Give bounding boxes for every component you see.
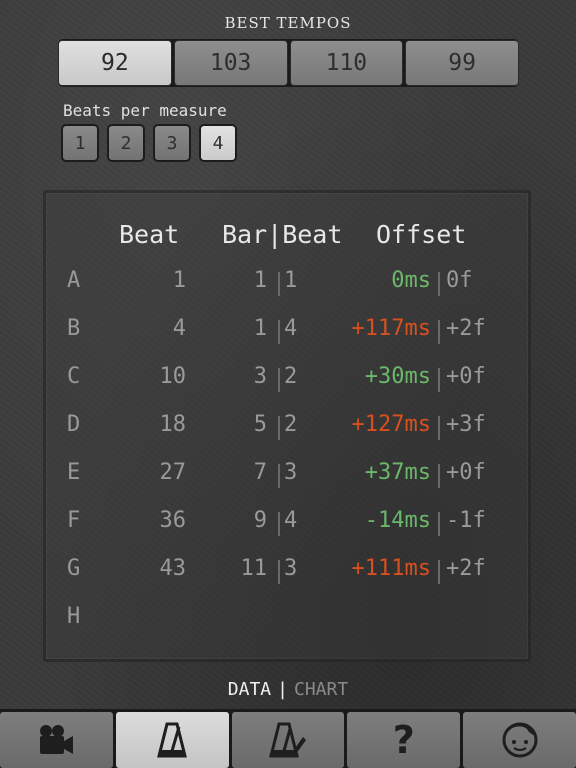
row-bar-beat: 2 bbox=[284, 364, 298, 389]
row-offset-frames: -1f bbox=[446, 508, 486, 533]
bottom-tab-bar: ? bbox=[0, 709, 576, 768]
row-letter: A bbox=[67, 268, 81, 293]
table-row: A 1 1 1 0ms 0f bbox=[0, 268, 576, 308]
tempo-option-4[interactable]: 99 bbox=[405, 40, 519, 86]
table-row: F 36 9 4 -14ms -1f bbox=[0, 508, 576, 548]
chart-view-tab[interactable]: CHART bbox=[294, 679, 348, 700]
offset-divider bbox=[438, 416, 440, 440]
tab-profile[interactable] bbox=[463, 712, 576, 768]
bar-beat-divider bbox=[278, 272, 280, 296]
best-tempos-segmented-control: 92 103 110 99 bbox=[58, 39, 519, 87]
tempo-option-3[interactable]: 110 bbox=[289, 40, 404, 86]
row-offset-ms: +30ms bbox=[364, 364, 431, 389]
row-beat: 36 bbox=[159, 508, 187, 533]
offset-divider bbox=[438, 368, 440, 392]
row-offset-frames: +2f bbox=[446, 316, 486, 341]
question-mark-icon: ? bbox=[392, 718, 415, 762]
table-row: H bbox=[0, 604, 576, 644]
offset-divider bbox=[438, 272, 440, 296]
table-row: B 4 1 4 +117ms +2f bbox=[0, 316, 576, 356]
row-bar: 5 bbox=[253, 412, 267, 437]
row-letter: C bbox=[67, 364, 81, 389]
row-bar-beat: 4 bbox=[284, 508, 298, 533]
row-bar-beat: 3 bbox=[284, 460, 298, 485]
row-bar: 7 bbox=[253, 460, 267, 485]
row-offset-frames: +0f bbox=[446, 460, 486, 485]
beats-per-measure-selector: 1 2 3 4 bbox=[61, 124, 237, 162]
tab-help[interactable]: ? bbox=[347, 712, 461, 768]
row-bar: 9 bbox=[253, 508, 267, 533]
table-row: E 27 7 3 +37ms +0f bbox=[0, 460, 576, 500]
tab-metronome[interactable] bbox=[115, 712, 229, 768]
row-beat: 43 bbox=[159, 556, 187, 581]
row-bar: 1 bbox=[253, 268, 267, 293]
row-offset-ms: -14ms bbox=[364, 508, 431, 533]
beats-per-measure-label: Beats per measure bbox=[63, 101, 227, 120]
row-bar: 1 bbox=[253, 316, 267, 341]
bar-beat-divider bbox=[278, 464, 280, 488]
row-letter: G bbox=[67, 556, 81, 581]
row-bar: 11 bbox=[240, 556, 268, 581]
offset-divider bbox=[438, 464, 440, 488]
row-bar-beat: 3 bbox=[284, 556, 298, 581]
column-header-offset: Offset bbox=[376, 220, 467, 249]
row-offset-ms: 0ms bbox=[391, 268, 431, 293]
bar-beat-divider bbox=[278, 320, 280, 344]
row-beat: 4 bbox=[172, 316, 186, 341]
tab-metronome-edit[interactable] bbox=[231, 712, 345, 768]
offset-divider bbox=[438, 512, 440, 536]
page-title: BEST TEMPOS bbox=[224, 14, 352, 32]
row-offset-frames: 0f bbox=[446, 268, 473, 293]
row-beat: 10 bbox=[159, 364, 187, 389]
view-switch: DATA | CHART bbox=[0, 679, 576, 700]
bpm-option-1[interactable]: 1 bbox=[61, 124, 99, 162]
row-offset-ms: +117ms bbox=[351, 316, 431, 341]
row-beat: 27 bbox=[159, 460, 187, 485]
row-letter: D bbox=[67, 412, 81, 437]
row-offset-ms: +111ms bbox=[351, 556, 431, 581]
row-offset-frames: +2f bbox=[446, 556, 486, 581]
row-letter: H bbox=[67, 604, 81, 629]
bar-beat-divider bbox=[278, 560, 280, 584]
row-bar: 3 bbox=[253, 364, 267, 389]
row-bar-beat: 1 bbox=[284, 268, 298, 293]
row-bar-beat: 4 bbox=[284, 316, 298, 341]
row-offset-frames: +0f bbox=[446, 364, 486, 389]
row-offset-ms: +37ms bbox=[364, 460, 431, 485]
row-letter: B bbox=[67, 316, 81, 341]
table-row: D 18 5 2 +127ms +3f bbox=[0, 412, 576, 452]
bar-beat-divider bbox=[278, 512, 280, 536]
face-icon bbox=[501, 721, 539, 759]
row-letter: E bbox=[67, 460, 81, 485]
metronome-edit-icon bbox=[269, 721, 307, 759]
row-offset-frames: +3f bbox=[446, 412, 486, 437]
metronome-icon bbox=[157, 721, 188, 759]
bar-beat-divider bbox=[278, 368, 280, 392]
offset-divider bbox=[438, 320, 440, 344]
row-bar-beat: 2 bbox=[284, 412, 298, 437]
table-row: C 10 3 2 +30ms +0f bbox=[0, 364, 576, 404]
column-header-bar-beat: Bar|Beat bbox=[222, 220, 343, 249]
table-row: G 43 11 3 +111ms +2f bbox=[0, 556, 576, 596]
tempo-option-1[interactable]: 92 bbox=[58, 40, 172, 86]
view-switch-separator: | bbox=[277, 679, 288, 700]
bar-beat-divider bbox=[278, 416, 280, 440]
offset-divider bbox=[438, 560, 440, 584]
tempo-option-2[interactable]: 103 bbox=[173, 40, 288, 86]
data-view-tab[interactable]: DATA bbox=[228, 679, 271, 700]
tab-video[interactable] bbox=[0, 712, 113, 768]
bpm-option-4[interactable]: 4 bbox=[199, 124, 237, 162]
bpm-option-2[interactable]: 2 bbox=[107, 124, 145, 162]
bpm-option-3[interactable]: 3 bbox=[153, 124, 191, 162]
row-beat: 1 bbox=[172, 268, 186, 293]
row-letter: F bbox=[67, 508, 81, 533]
video-camera-icon bbox=[37, 723, 75, 757]
row-offset-ms: +127ms bbox=[351, 412, 431, 437]
row-beat: 18 bbox=[159, 412, 187, 437]
column-header-beat: Beat bbox=[119, 220, 180, 249]
